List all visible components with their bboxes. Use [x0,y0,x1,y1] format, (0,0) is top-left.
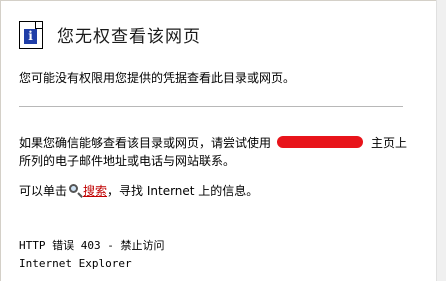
search-prefix: 可以单击 [19,184,68,198]
search-icon[interactable] [69,184,83,198]
window-top-edge [0,0,446,1]
advice-line1-end: 主页上 [371,136,408,150]
advice-line1-text: 如果您确信能够查看该目录或网页，请尝试使用 [19,136,272,150]
page-subtitle: 您可能没有权限用您提供的凭据查看此目录或网页。 [19,71,296,85]
window-left-edge [0,0,1,281]
page-title: 您无权查看该网页 [57,27,201,47]
search-link[interactable]: 搜索 [83,184,107,198]
page-fold-icon [35,22,42,29]
info-page-icon: i [19,21,43,49]
browser-name: Internet Explorer [19,257,132,270]
search-paragraph: 可以单击 搜索，寻找 Internet 上的信息。 [19,182,419,200]
search-suffix: ，寻找 Internet 上的信息。 [107,184,259,198]
advice-line2-text: 所列的电子邮件地址或电话与网站联系。 [19,154,236,168]
info-i-icon: i [24,29,37,44]
error-details: HTTP 错误 403 - 禁止访问 Internet Explorer [19,237,419,273]
advice-paragraph: 如果您确信能够查看该目录或网页，请尝试使用 主页上 所列的电子邮件地址或电话与网站… [19,134,419,170]
redacted-site-name [277,136,364,148]
vertical-scrollbar[interactable] [436,0,446,281]
error-code: HTTP 错误 403 - 禁止访问 [19,239,165,252]
divider [19,106,403,107]
